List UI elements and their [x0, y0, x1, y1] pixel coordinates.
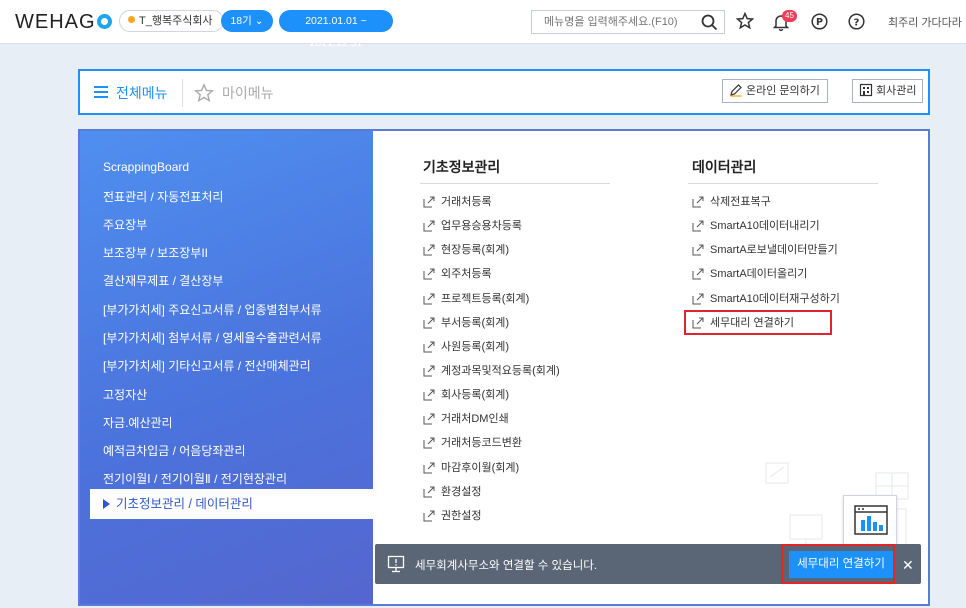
link-company-registration[interactable]: 회사등록(회계)	[423, 387, 509, 403]
toast-message: 세무회계사무소와 연결할 수 있습니다.	[415, 560, 598, 572]
tax-agent-link-highlight	[684, 310, 832, 335]
connect-button-highlight	[781, 544, 895, 584]
company-name: T_행복주식회사	[139, 15, 213, 27]
sidebar-item-vat-other[interactable]: [부가가치세] 기타신고서류 / 전산매체관리	[103, 357, 311, 374]
close-icon[interactable]: ✕	[902, 557, 914, 574]
external-link-icon	[423, 268, 435, 280]
link-customer-registration[interactable]: 거래처등록	[423, 194, 492, 210]
link-site-registration[interactable]: 현장등록(회계)	[423, 242, 509, 258]
link-department-registration[interactable]: 부서등록(회계)	[423, 315, 509, 331]
sidebar-item-deposits-bills[interactable]: 예적금차입금 / 어음당좌관리	[103, 442, 245, 459]
external-link-icon	[423, 244, 435, 256]
sidebar-item-fund-budget[interactable]: 자금.예산관리	[103, 414, 173, 431]
link-customer-code-convert[interactable]: 거래처등코드변환	[423, 435, 522, 451]
external-link-icon	[692, 293, 704, 305]
bar-chart-icon	[854, 505, 888, 535]
period-selector[interactable]: 2021.01.01 ~ 2021.12.31	[279, 10, 393, 49]
external-link-icon	[423, 293, 435, 305]
tab-my-menu[interactable]: 마이메뉴	[194, 81, 274, 105]
sidebar-item-vat-attachment[interactable]: [부가가치세] 첨부서류 / 영세율수출관련서류	[103, 329, 322, 346]
link-smarta-export-data[interactable]: SmartA로보낼데이터만들기	[692, 242, 838, 258]
sidebar-item-main-books[interactable]: 주요장부	[103, 216, 147, 233]
link-business-vehicle[interactable]: 업무용승용차등록	[423, 218, 522, 234]
sidebar-item-voucher[interactable]: 전표관리 / 자동전표처리	[103, 188, 223, 205]
pencil-icon	[730, 84, 742, 97]
link-post-closing-carryover[interactable]: 마감후이월(회계)	[423, 460, 519, 476]
svg-text:?: ?	[854, 18, 860, 29]
tab-divider	[182, 79, 183, 107]
external-link-icon	[423, 317, 435, 329]
link-smarta-upload[interactable]: SmartA데이터올리기	[692, 266, 807, 282]
link-account-registration[interactable]: 계정과목및적요등록(회계)	[423, 363, 560, 379]
link-deleted-voucher-restore[interactable]: 삭제전표복구	[692, 194, 771, 210]
data-mgmt-title: 데이터관리	[692, 159, 757, 175]
link-permission-settings[interactable]: 권한설정	[423, 508, 481, 524]
building-icon	[859, 83, 873, 97]
point-icon[interactable]: P	[811, 13, 828, 30]
external-link-icon	[423, 510, 435, 522]
logo-o-icon	[96, 14, 112, 29]
company-dot-icon	[128, 16, 135, 23]
monitor-icon	[387, 555, 405, 573]
external-link-icon	[423, 341, 435, 353]
help-icon[interactable]: ?	[848, 13, 865, 30]
search-icon[interactable]	[701, 14, 718, 31]
link-customer-dm-print[interactable]: 거래처DM인쇄	[423, 411, 509, 427]
external-link-icon	[423, 365, 435, 377]
external-link-icon	[423, 389, 435, 401]
menu-panel: ScrappingBoard 전표관리 / 자동전표처리 주요장부 보조장부 /…	[78, 129, 930, 606]
user-name[interactable]: 최주리 가다다라	[888, 14, 962, 30]
sidebar-item-carry-forward[interactable]: 전기이월Ⅰ / 전기이월Ⅱ / 전기현장관리	[103, 470, 287, 487]
external-link-icon	[692, 220, 704, 232]
sidebar: ScrappingBoard 전표관리 / 자동전표처리 주요장부 보조장부 /…	[80, 131, 373, 604]
search-input[interactable]	[532, 11, 692, 33]
menu-search	[531, 10, 725, 34]
svg-text:P: P	[816, 17, 823, 28]
link-employee-registration[interactable]: 사원등록(회계)	[423, 339, 509, 355]
basic-info-title: 기초정보관리	[423, 159, 501, 175]
sidebar-item-scrapping-board[interactable]: ScrappingBoard	[103, 160, 189, 174]
external-link-icon	[692, 244, 704, 256]
sidebar-item-financial-statements[interactable]: 결산재무제표 / 결산장부	[103, 272, 223, 289]
external-link-icon	[692, 268, 704, 280]
link-smarta10-download[interactable]: SmartA10데이터내리기	[692, 218, 820, 234]
external-link-icon	[423, 486, 435, 498]
link-environment-settings[interactable]: 환경설정	[423, 484, 481, 500]
basic-info-divider	[420, 183, 610, 184]
external-link-icon	[423, 413, 435, 425]
chart-card	[843, 495, 897, 545]
link-smarta10-rebuild[interactable]: SmartA10데이터재구성하기	[692, 291, 840, 307]
link-project-registration[interactable]: 프로젝트등록(회계)	[423, 291, 529, 307]
external-link-icon	[423, 196, 435, 208]
term-selector[interactable]: 18기 ⌄	[221, 10, 273, 32]
wehago-logo[interactable]: WEHAG	[15, 11, 112, 34]
sidebar-item-vat-main[interactable]: [부가가치세] 주요신고서류 / 업종별첨부서류	[103, 301, 322, 318]
sidebar-item-sub-books[interactable]: 보조장부 / 보조장부II	[103, 244, 208, 261]
company-management-button[interactable]: 회사관리	[852, 79, 923, 103]
hamburger-icon	[94, 86, 108, 98]
company-selector[interactable]: T_행복주식회사	[119, 10, 224, 32]
online-inquiry-button[interactable]: 온라인 문의하기	[722, 79, 828, 103]
chevron-down-icon: ⌄	[254, 15, 264, 27]
external-link-icon	[692, 196, 704, 208]
link-subcontractor[interactable]: 외주처등록	[423, 266, 492, 282]
star-icon[interactable]	[736, 12, 754, 30]
external-link-icon	[423, 437, 435, 449]
notification-badge: 45	[782, 10, 797, 22]
star-outline-icon	[194, 83, 214, 103]
tab-all-menu[interactable]: 전체메뉴	[94, 81, 168, 105]
menu-header: 전체메뉴 마이메뉴 온라인 문의하기 회사관리	[78, 69, 930, 115]
top-bar: WEHAG T_행복주식회사 18기 ⌄ 2021.01.01 ~ 2021.1…	[0, 0, 966, 49]
external-link-icon	[423, 462, 435, 474]
external-link-icon	[423, 220, 435, 232]
data-mgmt-divider	[688, 183, 878, 184]
sidebar-item-fixed-assets[interactable]: 고정자산	[103, 386, 147, 403]
sidebar-item-basic-info-active[interactable]: 기초정보관리 / 데이터관리	[90, 489, 373, 519]
